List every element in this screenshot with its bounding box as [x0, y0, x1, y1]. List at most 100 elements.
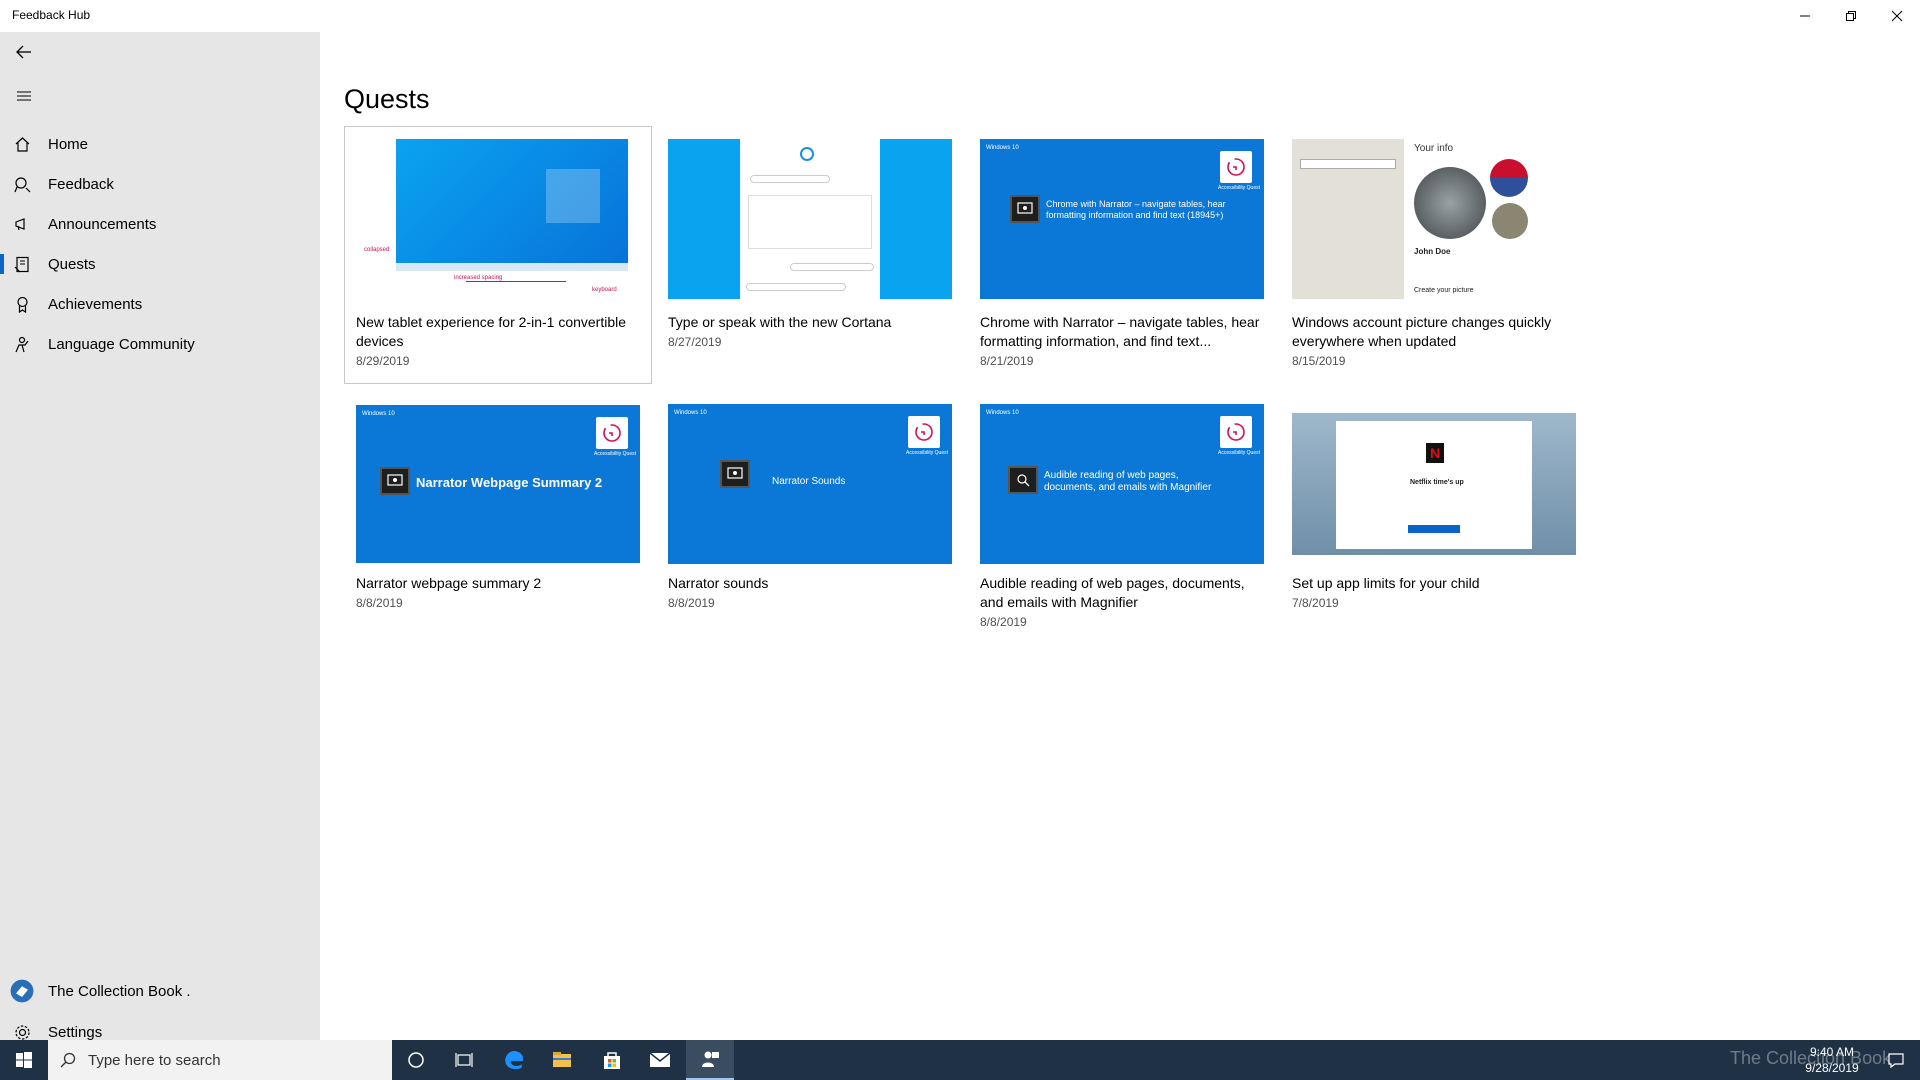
profile-picture-small — [1492, 203, 1528, 239]
quest-date: 8/27/2019 — [668, 335, 722, 349]
quest-title: Chrome with Narrator – navigate tables, … — [980, 314, 1260, 349]
sidebar-item-label: Achievements — [48, 295, 143, 313]
sidebar-item-label: Announcements — [48, 215, 157, 233]
quest-date: 8/15/2019 — [1292, 354, 1346, 368]
quest-title: Set up app limits for your child — [1292, 575, 1480, 591]
mail-button[interactable] — [636, 1040, 684, 1080]
windows-10-tag: Windows 10 — [674, 410, 707, 416]
quest-title: Audible reading of web pages, documents,… — [980, 575, 1245, 610]
feedback-hub-taskbar-button[interactable] — [686, 1040, 734, 1080]
app-limit-dialog: N Netflix time's up — [1336, 421, 1532, 549]
medal-icon — [0, 284, 44, 324]
store-button[interactable] — [588, 1040, 636, 1080]
sidebar-item-achievements[interactable]: Achievements — [0, 284, 320, 324]
close-button[interactable] — [1874, 0, 1920, 32]
thumb-annotation: collapsed — [364, 247, 390, 253]
notification-icon — [1888, 1053, 1904, 1069]
quest-card[interactable]: Windows 10 Accessibility Quest Chrome wi… — [969, 127, 1275, 383]
start-button[interactable] — [0, 1040, 48, 1080]
file-explorer-button[interactable] — [538, 1040, 586, 1080]
sidebar-item-language-community[interactable]: Language Community — [0, 324, 320, 364]
settings-nav-pane — [1292, 139, 1404, 299]
quest-title: Windows account picture changes quickly … — [1292, 314, 1552, 349]
quest-date: 8/8/2019 — [668, 596, 715, 610]
cortana-button[interactable] — [392, 1040, 440, 1080]
quest-thumbnail: Windows 10 Accessibility Quest Narrator … — [668, 404, 952, 564]
minimize-button[interactable] — [1782, 0, 1828, 32]
minimize-icon — [1800, 15, 1810, 17]
quest-card[interactable]: Type or speak with the new Cortana 8/27/… — [657, 127, 963, 383]
quest-card[interactable]: collapsed increased spacing keyboard New… — [344, 126, 652, 384]
restore-icon — [1846, 11, 1856, 21]
netflix-logo: N — [1426, 443, 1444, 463]
sidebar-item-label: Quests — [48, 255, 96, 273]
window-title: Feedback Hub — [12, 8, 91, 22]
taskbar: Type here to search The Collection Book … — [0, 1040, 1920, 1080]
feedback-icon — [0, 164, 44, 204]
quest-card[interactable]: Your info John Doe Create your picture W… — [1281, 127, 1587, 383]
quest-thumbnail: Windows 10 Accessibility Quest Audible r… — [980, 404, 1264, 564]
sidebar-item-announcements[interactable]: Announcements — [0, 204, 320, 244]
quest-thumbnail: Your info John Doe Create your picture — [1292, 139, 1576, 299]
quest-date: 8/21/2019 — [980, 354, 1034, 368]
title-bar: Feedback Hub — [0, 0, 1920, 32]
sidebar-item-label: Home — [48, 135, 89, 153]
sidebar-item-feedback[interactable]: Feedback — [0, 164, 320, 204]
accessibility-quest-logo — [1220, 416, 1252, 448]
sidebar-item-label: The Collection Book . — [48, 982, 191, 1000]
windows-logo-icon — [16, 1052, 32, 1068]
cortana-icon — [408, 1052, 424, 1068]
task-view-button[interactable] — [440, 1040, 488, 1080]
quest-card[interactable]: Windows 10 Accessibility Quest Narrator … — [345, 393, 651, 649]
quest-thumbnail: collapsed increased spacing keyboard — [356, 139, 640, 299]
folder-icon — [553, 1052, 571, 1067]
list-card — [748, 195, 872, 249]
mail-icon — [649, 1052, 671, 1067]
quest-card[interactable]: N Netflix time's up Set up app limits fo… — [1281, 393, 1587, 649]
search-placeholder: Type here to search — [88, 1051, 221, 1069]
sidebar: Home Feedback Announcements Quests Achie… — [0, 32, 320, 1041]
quest-card[interactable]: Windows 10 Accessibility Quest Audible r… — [969, 393, 1275, 649]
clock-date: 9/28/2019 — [1805, 1061, 1859, 1075]
magnifier-icon — [1008, 466, 1038, 494]
hamburger-menu-button[interactable] — [0, 76, 48, 116]
sidebar-item-account[interactable]: The Collection Book . — [0, 971, 320, 1011]
feedback-hub-icon — [702, 1051, 719, 1067]
quest-title: Narrator webpage summary 2 — [356, 575, 542, 591]
quest-thumbnail — [668, 139, 952, 299]
sidebar-item-home[interactable]: Home — [0, 124, 320, 164]
accessibility-quest-logo — [908, 416, 940, 448]
accessibility-quest-label: Accessibility Quest — [1218, 450, 1260, 456]
quest-date: 8/29/2019 — [356, 354, 410, 368]
edge-browser-button[interactable] — [490, 1040, 538, 1080]
ask-button — [1408, 525, 1460, 533]
accessibility-quest-logo — [1220, 151, 1252, 183]
chat-bubble — [750, 175, 830, 183]
cortana-panel — [740, 139, 880, 299]
taskbar-search-box[interactable]: Type here to search — [48, 1040, 392, 1080]
action-center-button[interactable] — [1872, 1040, 1920, 1080]
cortana-circle-icon — [800, 147, 814, 161]
back-button[interactable] — [0, 32, 48, 72]
task-view-icon — [455, 1053, 473, 1067]
accessibility-quest-logo — [596, 417, 628, 449]
quest-date: 7/8/2019 — [1292, 596, 1339, 610]
clock-time: 9:40 AM — [1809, 1045, 1855, 1059]
collection-book-avatar — [0, 971, 44, 1011]
thumb-caption: Narrator Webpage Summary 2 — [416, 475, 603, 490]
thumb-annotation: keyboard — [592, 287, 617, 293]
tablet-taskbar — [396, 263, 628, 271]
accessibility-quest-label: Accessibility Quest — [906, 450, 948, 456]
edge-icon — [505, 1050, 524, 1070]
page-title: Quests — [344, 84, 430, 114]
windows-10-tag: Windows 10 — [986, 410, 1019, 416]
sidebar-item-quests[interactable]: Quests — [0, 244, 320, 284]
clock[interactable]: 9:40 AM 9/28/2019 — [1792, 1044, 1872, 1076]
quest-card[interactable]: Windows 10 Accessibility Quest Narrator … — [657, 393, 963, 649]
hamburger-icon — [17, 91, 31, 101]
restore-button[interactable] — [1828, 0, 1874, 32]
windows-logo-icon — [546, 169, 600, 223]
windows-10-tag: Windows 10 — [362, 411, 395, 417]
dialog-heading: Netflix time's up — [1410, 479, 1464, 486]
thumb-heading: Your info — [1414, 143, 1454, 154]
